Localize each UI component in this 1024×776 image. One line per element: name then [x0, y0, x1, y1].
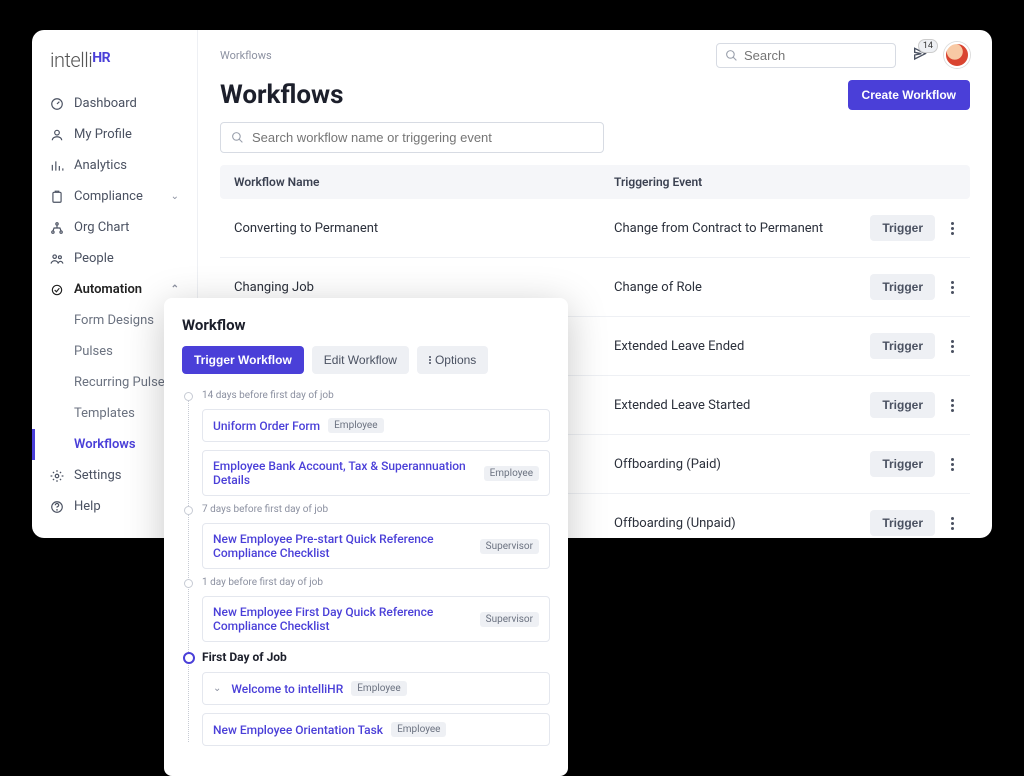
workflow-search[interactable]: [220, 122, 604, 153]
trigger-button[interactable]: Trigger: [870, 274, 935, 300]
gauge-icon: [50, 97, 64, 111]
trigger-button[interactable]: Trigger: [870, 215, 935, 241]
row-menu-button[interactable]: [949, 397, 956, 414]
row-menu-button[interactable]: [949, 515, 956, 532]
page-title: Workflows: [220, 80, 344, 110]
timeline-heading: 7 days before first day of job: [202, 504, 550, 515]
timeline-item[interactable]: New Employee Orientation Task Employee: [202, 713, 550, 746]
user-icon: [50, 128, 64, 142]
timeline-group: 7 days before first day of job New Employ…: [202, 504, 550, 569]
nav-people[interactable]: People: [32, 243, 197, 274]
row-actions: Trigger: [870, 392, 956, 418]
row-actions: Trigger: [870, 451, 956, 477]
table-row[interactable]: Converting to Permanent Change from Cont…: [220, 199, 970, 258]
cell-triggering-event: Extended Leave Ended: [614, 339, 870, 354]
help-icon: [50, 500, 64, 514]
panel-toolbar: Trigger Workflow Edit Workflow Options: [182, 346, 550, 374]
row-menu-button[interactable]: [949, 220, 956, 237]
timeline-heading: First Day of Job: [202, 650, 550, 664]
create-workflow-button[interactable]: Create Workflow: [848, 80, 970, 110]
timeline-group: 14 days before first day of job Uniform O…: [202, 390, 550, 496]
global-search-input[interactable]: [744, 48, 920, 63]
timeline-item[interactable]: ⌄ Welcome to intelliHR Employee: [202, 672, 550, 705]
timeline-group: 1 day before first day of job New Employe…: [202, 577, 550, 642]
role-chip: Employee: [351, 681, 406, 696]
global-search[interactable]: [716, 43, 896, 68]
timeline-item-link[interactable]: Welcome to intelliHR: [231, 682, 343, 696]
cell-triggering-event: Extended Leave Started: [614, 398, 870, 413]
topbar: Workflows 14: [198, 30, 992, 80]
chevron-down-icon: ⌄: [213, 683, 221, 694]
trigger-button[interactable]: Trigger: [870, 392, 935, 418]
role-chip: Supervisor: [480, 539, 539, 554]
cell-triggering-event: Offboarding (Unpaid): [614, 516, 870, 531]
gear-icon: [50, 469, 64, 483]
cell-triggering-event: Change of Role: [614, 280, 870, 295]
search-icon: [231, 131, 244, 144]
cell-workflow-name: Converting to Permanent: [234, 221, 614, 236]
workflow-detail-panel: Workflow Trigger Workflow Edit Workflow …: [164, 298, 568, 776]
people-icon: [50, 252, 64, 266]
timeline-item-link[interactable]: New Employee First Day Quick Reference C…: [213, 605, 472, 633]
row-actions: Trigger: [870, 510, 956, 536]
timeline-heading: 1 day before first day of job: [202, 577, 550, 588]
role-chip: Supervisor: [480, 612, 539, 627]
edit-workflow-button[interactable]: Edit Workflow: [312, 346, 409, 374]
automation-icon: [50, 283, 64, 297]
timeline-item-link[interactable]: New Employee Pre-start Quick Reference C…: [213, 532, 472, 560]
role-chip: Employee: [391, 722, 446, 737]
notifications-button[interactable]: 14: [908, 45, 932, 65]
table-header: Workflow Name Triggering Event: [220, 165, 970, 199]
clipboard-icon: [50, 190, 64, 204]
row-menu-button[interactable]: [949, 338, 956, 355]
nav-dashboard[interactable]: Dashboard: [32, 88, 197, 119]
brand-logo: intelliHR: [32, 48, 197, 88]
page-header: Workflows Create Workflow: [220, 80, 970, 110]
row-actions: Trigger: [870, 274, 956, 300]
timeline-item[interactable]: Uniform Order Form Employee: [202, 409, 550, 442]
timeline-item[interactable]: Employee Bank Account, Tax & Superannuat…: [202, 450, 550, 496]
workflow-search-input[interactable]: [252, 130, 593, 145]
trigger-button[interactable]: Trigger: [870, 451, 935, 477]
notification-badge: 14: [918, 39, 938, 53]
nav-compliance[interactable]: Compliance⌄: [32, 181, 197, 212]
kebab-icon: [429, 356, 431, 364]
panel-title: Workflow: [182, 316, 550, 334]
cell-triggering-event: Offboarding (Paid): [614, 457, 870, 472]
workflow-timeline: 14 days before first day of job Uniform O…: [182, 390, 550, 746]
options-button[interactable]: Options: [417, 346, 488, 374]
chevron-up-icon: ⌃: [171, 284, 179, 295]
nav-my-profile[interactable]: My Profile: [32, 119, 197, 150]
timeline-item-link[interactable]: Employee Bank Account, Tax & Superannuat…: [213, 459, 476, 487]
role-chip: Employee: [484, 466, 539, 481]
user-avatar[interactable]: [944, 42, 970, 68]
role-chip: Employee: [328, 418, 383, 433]
hierarchy-icon: [50, 221, 64, 235]
timeline-item-link[interactable]: New Employee Orientation Task: [213, 723, 383, 737]
row-menu-button[interactable]: [949, 456, 956, 473]
timeline-heading: 14 days before first day of job: [202, 390, 550, 401]
nav-org-chart[interactable]: Org Chart: [32, 212, 197, 243]
timeline-item[interactable]: New Employee First Day Quick Reference C…: [202, 596, 550, 642]
timeline-item[interactable]: New Employee Pre-start Quick Reference C…: [202, 523, 550, 569]
row-menu-button[interactable]: [949, 279, 956, 296]
breadcrumb: Workflows: [220, 49, 272, 62]
cell-workflow-name: Changing Job: [234, 280, 614, 295]
search-icon: [725, 49, 738, 62]
timeline-item-link[interactable]: Uniform Order Form: [213, 419, 320, 433]
trigger-button[interactable]: Trigger: [870, 510, 935, 536]
cell-triggering-event: Change from Contract to Permanent: [614, 221, 870, 236]
chart-icon: [50, 159, 64, 173]
col-header-name: Workflow Name: [234, 175, 614, 189]
trigger-workflow-button[interactable]: Trigger Workflow: [182, 346, 304, 374]
chevron-down-icon: ⌄: [171, 191, 179, 202]
trigger-button[interactable]: Trigger: [870, 333, 935, 359]
col-header-event: Triggering Event: [614, 175, 956, 189]
row-actions: Trigger: [870, 333, 956, 359]
nav-analytics[interactable]: Analytics: [32, 150, 197, 181]
timeline-group: First Day of Job ⌄ Welcome to intelliHR Emp…: [202, 650, 550, 746]
row-actions: Trigger: [870, 215, 956, 241]
